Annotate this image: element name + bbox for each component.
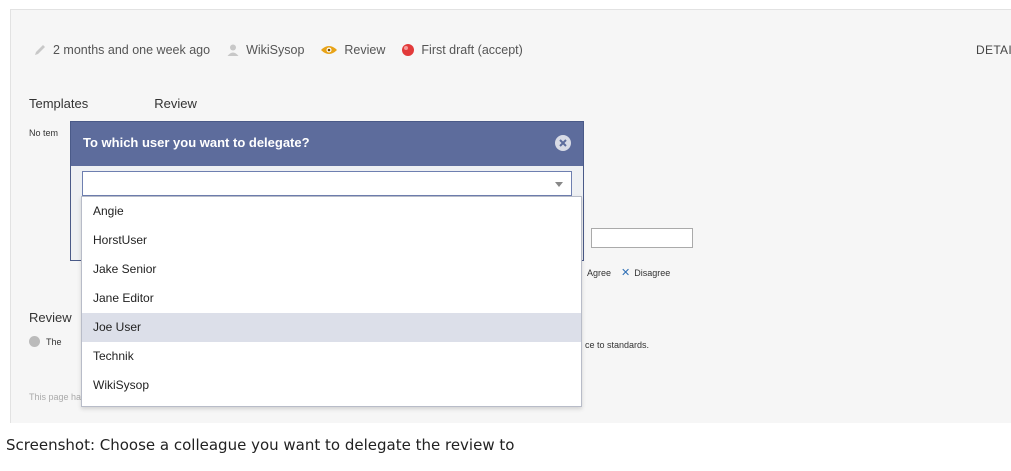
review-row: The (29, 336, 62, 347)
screenshot-frame: 2 months and one week ago WikiSysop Revi… (10, 9, 1011, 423)
chevron-down-icon[interactable] (555, 182, 563, 187)
user-option[interactable]: Angie (82, 197, 581, 226)
user-option[interactable]: Jane Editor (82, 284, 581, 313)
screenshot-caption: Screenshot: Choose a colleague you want … (6, 436, 515, 454)
tab-templates[interactable]: Templates (29, 96, 88, 111)
details-link[interactable]: DETAI (976, 43, 1011, 57)
revision-time: 2 months and one week ago (33, 43, 210, 57)
review-link[interactable]: Review (320, 43, 385, 57)
close-icon[interactable] (555, 135, 571, 151)
status-link[interactable]: First draft (accept) (401, 43, 523, 57)
review-row-end: ce to standards. (585, 340, 650, 350)
disagree-icon: ✕ (621, 267, 631, 279)
user-option[interactable]: WikiSysop (82, 371, 581, 400)
tabs: Templates Review (29, 96, 263, 111)
agree-label[interactable]: Agree (587, 268, 611, 278)
status-dot-icon (402, 44, 415, 56)
revision-user[interactable]: WikiSysop (226, 43, 304, 57)
dialog-header: To which user you want to delegate? (71, 122, 583, 166)
revision-bar: 2 months and one week ago WikiSysop Revi… (33, 40, 539, 60)
dialog-title: To which user you want to delegate? (83, 135, 310, 150)
minus-circle-icon (29, 336, 40, 347)
background-input[interactable] (591, 228, 693, 248)
tab-review[interactable]: Review (154, 96, 197, 111)
user-option[interactable]: Jake Senior (82, 255, 581, 284)
user-option[interactable]: Joe User (82, 313, 581, 342)
user-select[interactable] (82, 171, 572, 196)
user-icon (227, 44, 239, 56)
user-option[interactable]: Technik (82, 342, 581, 371)
agree-row: Agree ✕ Disagree (587, 266, 670, 279)
pencil-icon (35, 45, 45, 55)
eye-icon (321, 46, 338, 54)
user-dropdown-list: Angie HorstUser Jake Senior Jane Editor … (81, 196, 582, 407)
user-option[interactable]: HorstUser (82, 226, 581, 255)
disagree-label[interactable]: Disagree (634, 268, 670, 278)
review-heading: Review (29, 310, 72, 325)
templates-note: No tem (29, 128, 59, 138)
